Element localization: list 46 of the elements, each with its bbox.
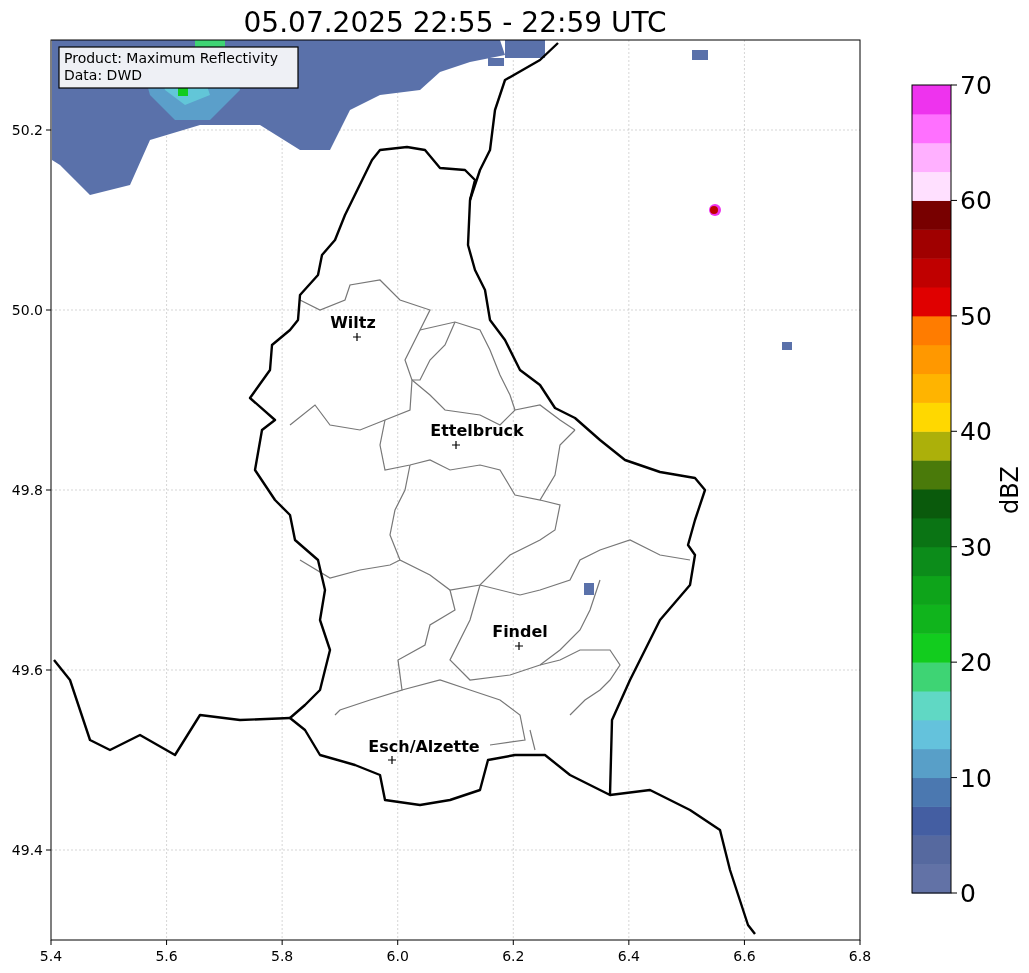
city-marker-icon [352, 332, 362, 342]
tick-mark [512, 939, 514, 946]
x-tick-label: 6.2 [502, 948, 525, 964]
map-title: 05.07.2025 22:55 - 22:59 UTC [243, 6, 667, 39]
colorbar-tick-label: 60 [960, 186, 992, 216]
tick-mark [628, 939, 630, 946]
tick-mark [50, 939, 52, 946]
tick-mark [45, 129, 52, 131]
y-tick-label: 49.6 [11, 662, 43, 678]
x-tick-label: 5.8 [271, 948, 294, 964]
x-tick-label: 6.4 [617, 948, 640, 964]
legend-text: Data: DWD [64, 67, 142, 83]
y-tick-label: 50.2 [11, 122, 43, 138]
colorbar-tick-label: 10 [960, 763, 992, 793]
tick-mark [281, 939, 283, 946]
tick-mark [859, 939, 861, 946]
city-label: Findel [492, 622, 548, 641]
legend-text: Product: Maximum Reflectivity [64, 50, 278, 66]
tick-mark [45, 489, 52, 491]
colorbar-tick-label: 50 [960, 301, 992, 331]
y-tick-label: 49.8 [11, 482, 43, 498]
x-tick-label: 6.8 [848, 948, 872, 964]
city-label: Esch/Alzette [368, 737, 480, 756]
tick-mark [45, 849, 52, 851]
y-tick-label: 50.0 [11, 302, 43, 318]
city-label: Ettelbruck [430, 421, 524, 440]
x-tick-label: 5.4 [39, 948, 63, 964]
colorbar-tick-label: 70 [960, 71, 992, 100]
x-tick-label: 5.6 [155, 948, 178, 964]
colorbar-tick-label: 30 [960, 532, 992, 562]
city-label: Wiltz [330, 313, 376, 332]
colorbar-label: dBZ [996, 465, 1024, 515]
city-marker-icon [451, 440, 461, 450]
city-marker-icon [514, 641, 524, 651]
x-tick-label: 6.6 [733, 948, 756, 964]
tick-mark [166, 939, 168, 946]
tick-mark [743, 939, 745, 946]
colorbar-tick-label: 0 [960, 879, 976, 908]
city-marker-icon [387, 755, 397, 765]
tick-mark [45, 309, 52, 311]
x-tick-label: 6.0 [386, 948, 409, 964]
colorbar-tick-label: 20 [960, 648, 992, 678]
tick-mark [45, 669, 52, 671]
y-tick-label: 49.4 [11, 842, 43, 858]
colorbar-tick-label: 40 [960, 417, 992, 447]
tick-mark [397, 939, 399, 946]
